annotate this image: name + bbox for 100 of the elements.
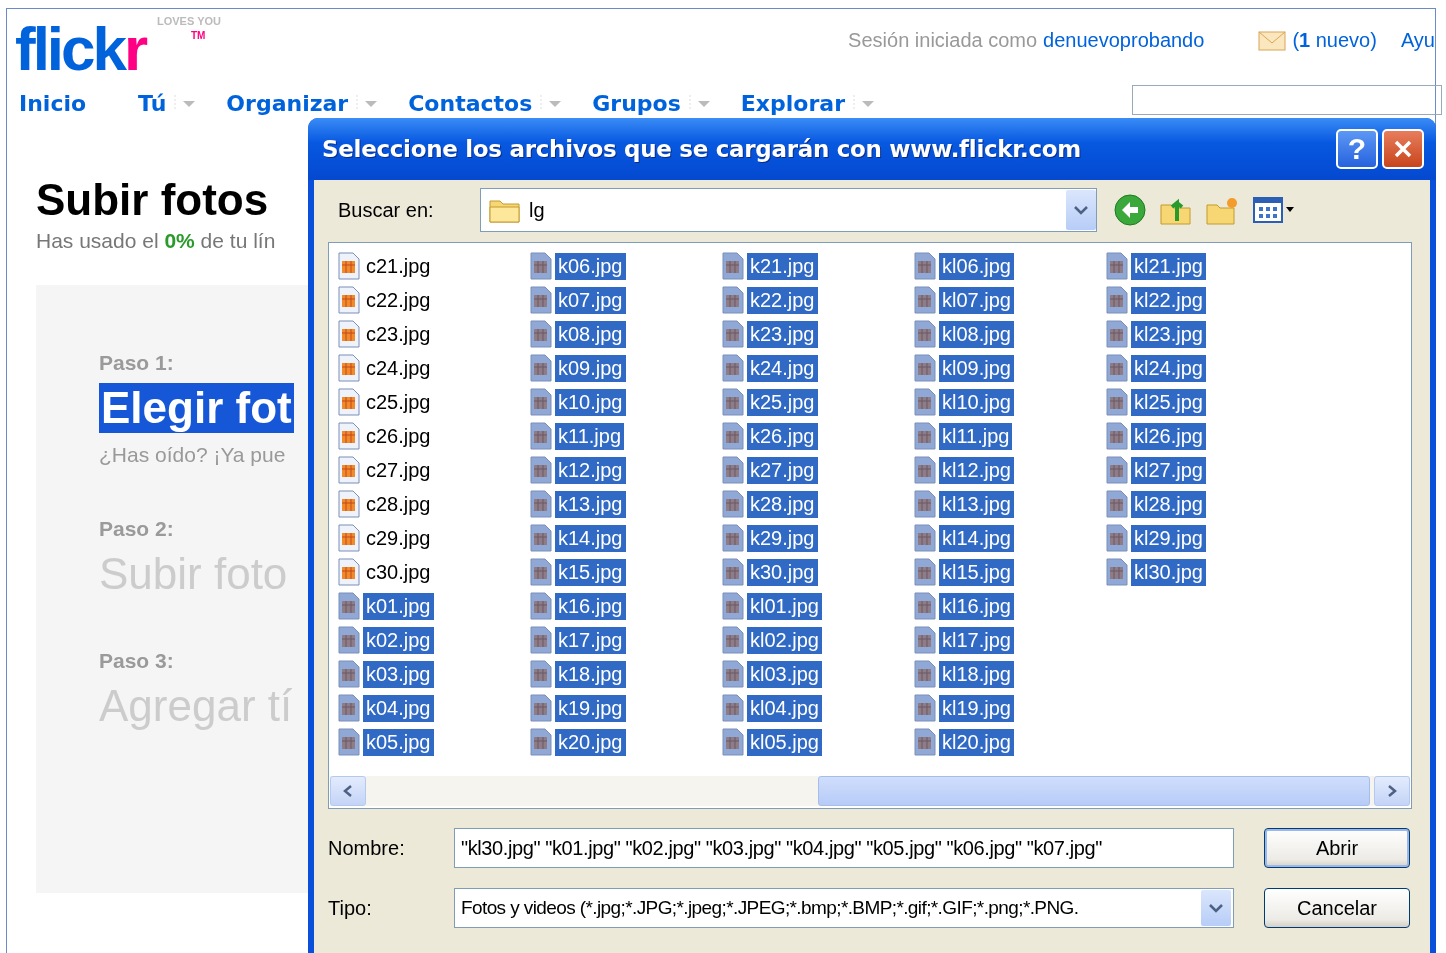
file-item[interactable]: kl28.jpg: [1131, 490, 1206, 518]
file-item[interactable]: kl24.jpg: [1131, 354, 1206, 382]
file-item[interactable]: k23.jpg: [747, 320, 818, 348]
file-item[interactable]: k10.jpg: [555, 388, 626, 416]
file-item[interactable]: k16.jpg: [555, 592, 626, 620]
file-item[interactable]: c30.jpg: [363, 558, 434, 586]
nav-link[interactable]: Organizar: [226, 90, 349, 116]
file-item[interactable]: kl12.jpg: [939, 456, 1014, 484]
file-item[interactable]: k15.jpg: [555, 558, 626, 586]
user-link[interactable]: denuevoprobando: [1043, 29, 1205, 52]
file-item[interactable]: k26.jpg: [747, 422, 818, 450]
file-item[interactable]: kl20.jpg: [939, 728, 1014, 756]
file-item[interactable]: k17.jpg: [555, 626, 626, 654]
file-item[interactable]: k13.jpg: [555, 490, 626, 518]
nav-link[interactable]: Tú: [138, 90, 167, 116]
help-link[interactable]: Ayu: [1400, 29, 1435, 52]
file-item[interactable]: kl23.jpg: [1131, 320, 1206, 348]
image-file-icon: [721, 558, 745, 586]
file-item[interactable]: k06.jpg: [555, 252, 626, 280]
file-item[interactable]: c21.jpg: [363, 252, 434, 280]
close-icon[interactable]: [1392, 138, 1414, 160]
messages-link[interactable]: (1 nuevo): [1292, 29, 1377, 52]
file-item[interactable]: k19.jpg: [555, 694, 626, 722]
file-item[interactable]: c27.jpg: [363, 456, 434, 484]
file-item[interactable]: c22.jpg: [363, 286, 434, 314]
file-item[interactable]: kl02.jpg: [747, 626, 822, 654]
file-item[interactable]: kl21.jpg: [1131, 252, 1206, 280]
file-item[interactable]: kl06.jpg: [939, 252, 1014, 280]
scroll-thumb[interactable]: [818, 776, 1370, 806]
file-item[interactable]: kl08.jpg: [939, 320, 1014, 348]
nav-link[interactable]: Explorar: [740, 90, 845, 116]
file-item[interactable]: kl27.jpg: [1131, 456, 1206, 484]
file-item[interactable]: kl29.jpg: [1131, 524, 1206, 552]
file-item[interactable]: c28.jpg: [363, 490, 434, 518]
file-item[interactable]: kl05.jpg: [747, 728, 822, 756]
image-file-icon: [721, 388, 745, 416]
file-item[interactable]: kl30.jpg: [1131, 558, 1206, 586]
file-item[interactable]: k08.jpg: [555, 320, 626, 348]
file-item[interactable]: kl16.jpg: [939, 592, 1014, 620]
file-type-dropdown[interactable]: Fotos y videos (*.jpg;*.JPG;*.jpeg;*.JPEG;*.bmp;*.BMP;*.gif;*.GIF;*.png;*.PNG.: [454, 888, 1234, 928]
file-item[interactable]: c29.jpg: [363, 524, 434, 552]
file-item[interactable]: kl03.jpg: [747, 660, 822, 688]
image-file-icon: [529, 490, 553, 518]
search-field[interactable]: [1132, 85, 1442, 115]
scroll-right-icon[interactable]: [1374, 776, 1410, 806]
file-item[interactable]: k29.jpg: [747, 524, 818, 552]
image-file-icon: [721, 456, 745, 484]
file-item[interactable]: k11.jpg: [555, 422, 624, 450]
file-item[interactable]: k28.jpg: [747, 490, 818, 518]
image-file-icon: [1105, 286, 1129, 314]
filename-field[interactable]: "kl30.jpg" "k01.jpg" "k02.jpg" "k03.jpg" "k04.jpg" "k05.jpg" "k06.jpg" "k07.jpg": [454, 828, 1234, 868]
file-item[interactable]: kl09.jpg: [939, 354, 1014, 382]
image-file-icon: [913, 592, 937, 620]
look-in-dropdown[interactable]: lg: [480, 188, 1097, 232]
file-item[interactable]: k25.jpg: [747, 388, 818, 416]
nav-link[interactable]: Contactos: [408, 90, 533, 116]
file-item[interactable]: k02.jpg: [363, 626, 434, 654]
cancel-button[interactable]: Cancelar: [1264, 888, 1410, 928]
file-item[interactable]: k27.jpg: [747, 456, 818, 484]
scroll-left-icon[interactable]: [330, 776, 366, 806]
file-item[interactable]: kl14.jpg: [939, 524, 1014, 552]
file-item[interactable]: k21.jpg: [747, 252, 818, 280]
open-button[interactable]: Abrir: [1264, 828, 1410, 868]
file-item[interactable]: k03.jpg: [363, 660, 434, 688]
file-item[interactable]: k01.jpg: [363, 592, 434, 620]
file-item[interactable]: kl01.jpg: [747, 592, 822, 620]
file-item[interactable]: k24.jpg: [747, 354, 818, 382]
file-item[interactable]: kl26.jpg: [1131, 422, 1206, 450]
file-item[interactable]: k18.jpg: [555, 660, 626, 688]
nav-link[interactable]: Grupos: [592, 90, 681, 116]
file-item[interactable]: kl18.jpg: [939, 660, 1014, 688]
file-item[interactable]: kl07.jpg: [939, 286, 1014, 314]
envelope-icon[interactable]: [1258, 30, 1287, 51]
file-item[interactable]: k07.jpg: [555, 286, 626, 314]
file-item[interactable]: k05.jpg: [363, 728, 434, 756]
file-item[interactable]: c24.jpg: [363, 354, 434, 382]
file-item[interactable]: c26.jpg: [363, 422, 434, 450]
file-item[interactable]: k09.jpg: [555, 354, 626, 382]
file-item[interactable]: k20.jpg: [555, 728, 626, 756]
file-item[interactable]: kl25.jpg: [1131, 388, 1206, 416]
file-item[interactable]: kl19.jpg: [939, 694, 1014, 722]
file-item[interactable]: c25.jpg: [363, 388, 434, 416]
file-item[interactable]: kl13.jpg: [939, 490, 1014, 518]
file-item[interactable]: kl15.jpg: [939, 558, 1014, 586]
file-item[interactable]: k12.jpg: [555, 456, 626, 484]
help-button[interactable]: ?: [1336, 129, 1378, 169]
file-item[interactable]: kl11.jpg: [939, 422, 1013, 450]
file-item[interactable]: k04.jpg: [363, 694, 434, 722]
horizontal-scrollbar[interactable]: [330, 776, 1410, 806]
image-file-icon: [529, 728, 553, 756]
file-item[interactable]: kl10.jpg: [939, 388, 1014, 416]
close-button[interactable]: [1382, 129, 1424, 169]
nav-link[interactable]: Inicio: [19, 90, 87, 116]
file-item[interactable]: kl17.jpg: [939, 626, 1014, 654]
file-item[interactable]: k22.jpg: [747, 286, 818, 314]
file-item[interactable]: kl22.jpg: [1131, 286, 1206, 314]
file-item[interactable]: k14.jpg: [555, 524, 626, 552]
file-item[interactable]: kl04.jpg: [747, 694, 822, 722]
file-item[interactable]: k30.jpg: [747, 558, 818, 586]
file-item[interactable]: c23.jpg: [363, 320, 434, 348]
